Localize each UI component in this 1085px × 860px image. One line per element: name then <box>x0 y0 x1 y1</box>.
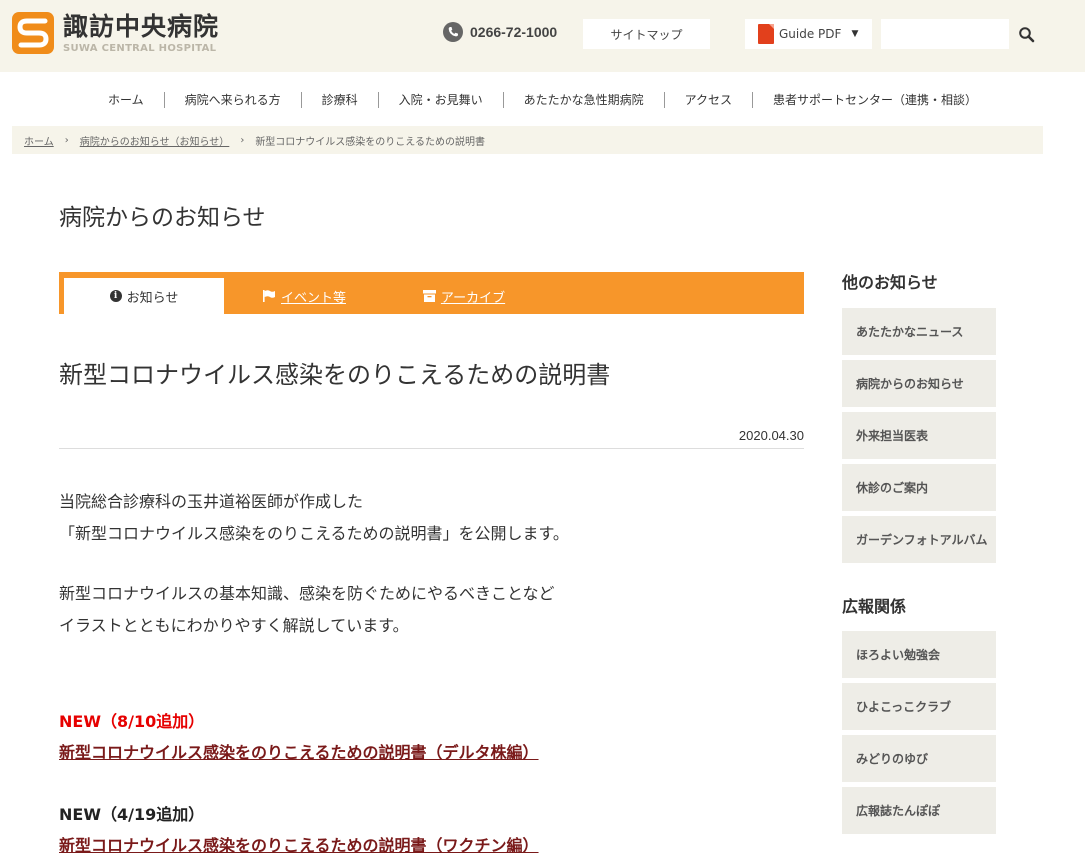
sidebar-item-closure-notice[interactable]: 休診のご案内 <box>842 464 996 511</box>
tab-archive[interactable]: アーカイブ <box>384 278 544 314</box>
sidebar-item-study-group[interactable]: ほろよい勉強会 <box>842 631 996 678</box>
sidebar-heading-pr: 広報関係 <box>842 597 907 616</box>
phone-icon <box>443 22 463 42</box>
logo-name-en: SUWA CENTRAL HOSPITAL <box>63 43 217 54</box>
nav-item-admission[interactable]: 入院・お見舞い <box>377 92 503 108</box>
sidebar-item-garden-photo[interactable]: ガーデンフォトアルバム <box>842 516 996 563</box>
sidebar-item-warm-news[interactable]: あたたかなニュース <box>842 308 996 355</box>
tab-events-label: イベント等 <box>280 290 346 306</box>
paragraph-line: イラストとともにわかりやすく解説しています。 <box>59 616 409 635</box>
sidebar-item-hiyokokko-club[interactable]: ひよこっこクラブ <box>842 683 996 730</box>
vaccine-guide-link[interactable]: 新型コロナウイルス感染をのりこえるための説明書（ワクチン編） <box>59 832 539 856</box>
nav-item-visitors[interactable]: 病院へ来られる方 <box>163 92 301 108</box>
nav-item-departments[interactable]: 診療科 <box>300 92 378 108</box>
search-button[interactable] <box>1016 24 1038 46</box>
caret-down-icon: ▼ <box>851 29 859 39</box>
breadcrumb-current: 新型コロナウイルス感染をのりこえるための説明書 <box>255 136 486 148</box>
sidebar-item-midori[interactable]: みどりのゆび <box>842 735 996 782</box>
breadcrumb-separator: › <box>240 134 245 146</box>
nav-item-acute-care[interactable]: あたたかな急性期病院 <box>502 92 664 108</box>
paragraph-line: 「新型コロナウイルス感染をのりこえるための説明書」を公開します。 <box>59 524 569 543</box>
nav-item-access[interactable]: アクセス <box>663 92 752 108</box>
phone-number[interactable]: 0266-72-1000 <box>443 22 557 42</box>
site-header: 諏訪中央病院 SUWA CENTRAL HOSPITAL 0266-72-100… <box>0 0 1085 72</box>
new-label-delta: NEW（8/10追加） <box>59 712 205 731</box>
breadcrumb-home[interactable]: ホーム <box>24 133 54 148</box>
article-date: 2020.04.30 <box>738 428 804 443</box>
sidebar-item-hospital-news[interactable]: 病院からのお知らせ <box>842 360 996 407</box>
archive-icon <box>422 290 436 302</box>
nav-item-home[interactable]: ホーム <box>88 92 164 108</box>
tab-news-label: お知らせ <box>126 290 179 306</box>
article-paragraph-1: 当院総合診療科の玉井道裕医師が作成した 「新型コロナウイルス感染をのりこえるため… <box>59 486 569 550</box>
page-title: 病院からのお知らせ <box>59 205 266 231</box>
search-icon <box>1019 27 1035 43</box>
article-paragraph-2: 新型コロナウイルスの基本知識、感染を防ぐためにやるべきことなど イラストとともに… <box>59 578 555 642</box>
guide-pdf-dropdown[interactable]: Guide PDF ▼ <box>745 19 872 49</box>
guide-pdf-label: Guide PDF <box>779 27 842 41</box>
delta-guide-link[interactable]: 新型コロナウイルス感染をのりこえるための説明書（デルタ株編） <box>59 739 539 763</box>
new-label-vaccine: NEW（4/19追加） <box>59 805 205 824</box>
pdf-icon <box>758 24 774 44</box>
sidebar-list-other-news: あたたかなニュース 病院からのお知らせ 外来担当医表 休診のご案内 ガーデンフォ… <box>842 308 996 568</box>
breadcrumb: ホーム › 病院からのお知らせ（お知らせ） › 新型コロナウイルス感染をのりこえ… <box>12 126 1043 154</box>
sidebar-heading-other-news: 他のお知らせ <box>842 273 938 292</box>
sidebar-item-tanpopo[interactable]: 広報誌たんぽぽ <box>842 787 996 834</box>
breadcrumb-separator: › <box>64 134 69 146</box>
sidebar-item-outpatient-schedule[interactable]: 外来担当医表 <box>842 412 996 459</box>
paragraph-line: 当院総合診療科の玉井道裕医師が作成した <box>59 492 364 511</box>
article-title: 新型コロナウイルス感染をのりこえるための説明書 <box>59 361 611 389</box>
tab-news[interactable]: i お知らせ <box>64 278 224 314</box>
paragraph-line: 新型コロナウイルスの基本知識、感染を防ぐためにやるべきことなど <box>59 584 555 603</box>
search-input[interactable] <box>881 19 1009 49</box>
tab-events[interactable]: イベント等 <box>224 278 384 314</box>
main-nav: ホーム 病院へ来られる方 診療科 入院・お見舞い あたたかな急性期病院 アクセス… <box>0 86 1085 114</box>
title-divider <box>59 448 804 449</box>
category-tabs: i お知らせ イベント等 アーカイブ <box>59 272 804 314</box>
sitemap-button[interactable]: サイトマップ <box>583 19 710 49</box>
flag-icon <box>262 290 276 302</box>
breadcrumb-news[interactable]: 病院からのお知らせ（お知らせ） <box>80 133 230 148</box>
info-icon: i <box>109 290 122 302</box>
logo-name-ja: 諏訪中央病院 <box>63 12 220 41</box>
sitemap-label: サイトマップ <box>610 27 683 42</box>
nav-item-patient-support[interactable]: 患者サポートセンター（連携・相談） <box>752 92 997 108</box>
logo-mark-icon <box>12 12 54 54</box>
hospital-logo[interactable]: 諏訪中央病院 SUWA CENTRAL HOSPITAL <box>12 12 219 55</box>
phone-text: 0266-72-1000 <box>470 24 558 40</box>
sidebar-list-pr: ほろよい勉強会 ひよこっこクラブ みどりのゆび 広報誌たんぽぽ <box>842 631 996 839</box>
tab-archive-label: アーカイブ <box>440 290 506 306</box>
